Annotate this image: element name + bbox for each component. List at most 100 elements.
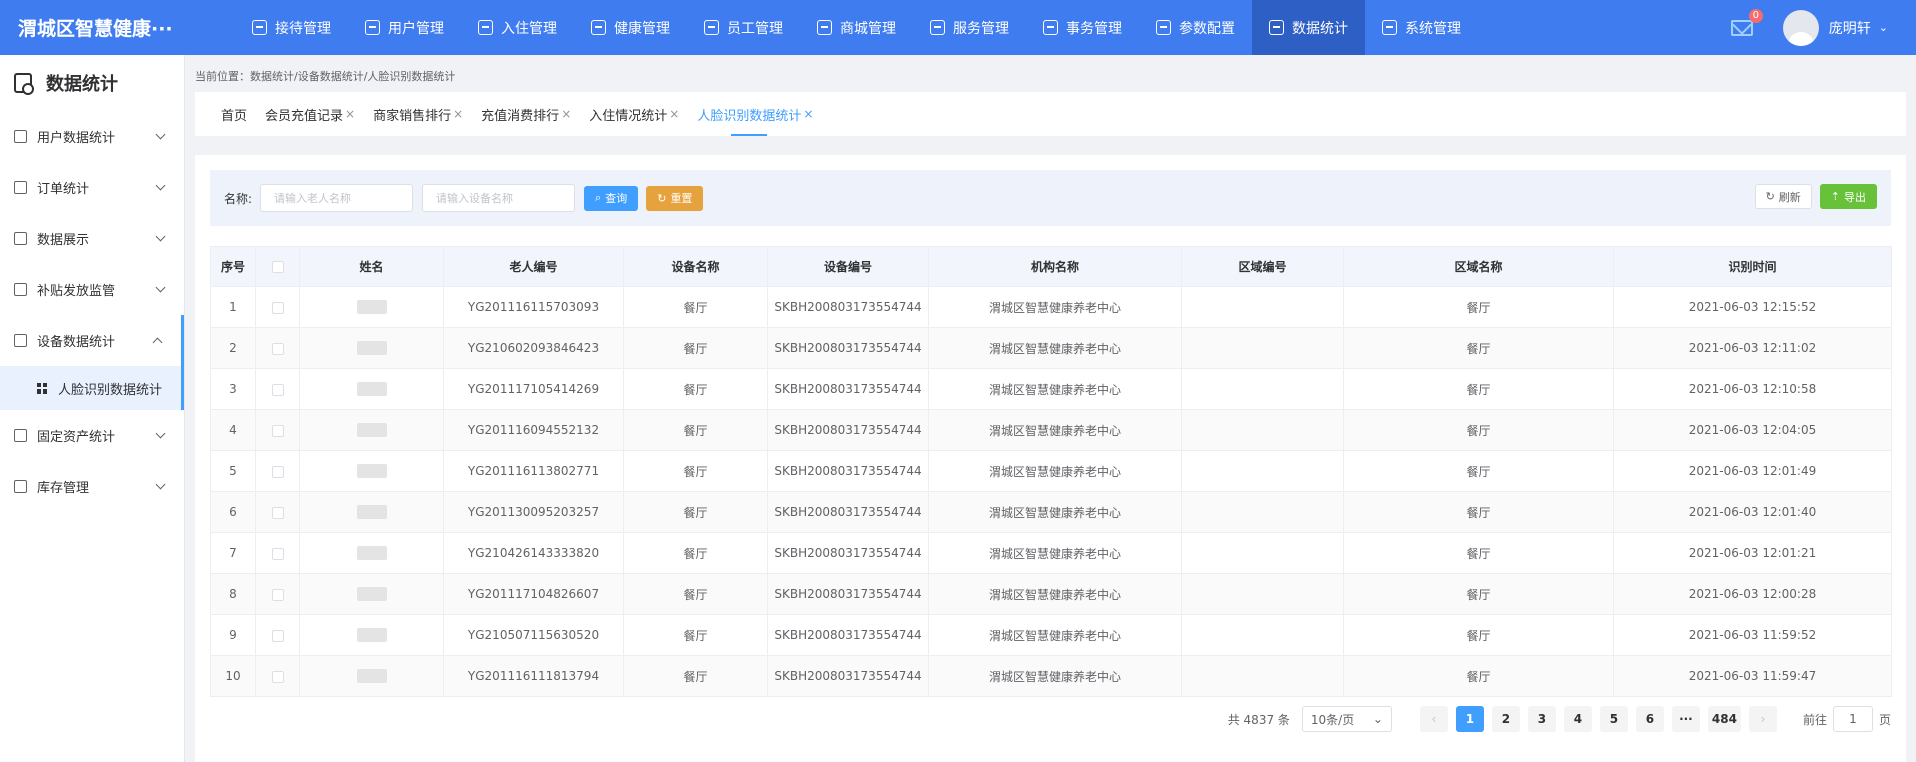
cell-device-no: SKBH200803173554744	[767, 450, 929, 492]
table-row[interactable]: 7 YG210426143333820 餐厅 SKBH200803173554744 渭…	[210, 532, 1892, 574]
goto-page-input[interactable]: 1	[1832, 706, 1873, 732]
reset-button[interactable]: ↻ 重置	[646, 185, 704, 211]
cell-select	[255, 450, 300, 492]
search-icon: ⌕	[595, 191, 602, 204]
table-row[interactable]: 3 YG201117105414269 餐厅 SKBH200803173554744 渭…	[210, 368, 1892, 410]
table-row[interactable]: 8 YG201117104826607 餐厅 SKBH200803173554744 渭…	[210, 573, 1892, 615]
cell-name	[299, 327, 444, 369]
select-all-checkbox[interactable]	[271, 261, 284, 273]
goto-page: 前往 1 页	[1803, 706, 1891, 732]
topnav-item[interactable]: 事务管理	[1026, 0, 1139, 55]
sidebar-item-device-stats[interactable]: 设备数据统计	[0, 315, 184, 366]
cell-area-name: 餐厅	[1343, 491, 1614, 533]
row-checkbox[interactable]	[271, 547, 284, 560]
table-row[interactable]: 4 YG201116094552132 餐厅 SKBH200803173554744 渭…	[210, 409, 1892, 451]
row-checkbox[interactable]	[271, 629, 284, 642]
cell-no: 7	[210, 532, 256, 574]
row-checkbox[interactable]	[271, 342, 284, 355]
content-card: 名称: ⌕ 查询 ↻ 重置 ↻ 刷新 ⇡ 导出 序号	[195, 155, 1906, 762]
avatar[interactable]	[1782, 9, 1819, 46]
reception-icon	[252, 20, 267, 35]
more-pages-button[interactable]: ···	[1671, 706, 1700, 732]
sidebar-item-order-stats[interactable]: 订单统计	[0, 162, 184, 213]
row-checkbox[interactable]	[271, 588, 284, 601]
row-checkbox[interactable]	[271, 465, 284, 478]
sidebar-item-user-stats[interactable]: 用户数据统计	[0, 111, 184, 162]
device-name-input[interactable]	[422, 184, 576, 212]
topnav-item[interactable]: 接待管理	[235, 0, 348, 55]
mail-icon[interactable]: 0	[1730, 8, 1763, 36]
topnav-item[interactable]: 员工管理	[687, 0, 800, 55]
page-button[interactable]: 484	[1707, 706, 1741, 732]
table-row[interactable]: 1 YG201116115703093 餐厅 SKBH200803173554744 渭…	[210, 286, 1892, 328]
sidebar-item-label: 数据展示	[37, 233, 90, 248]
sidebar-item-face-recognition[interactable]: 人脸识别数据统计	[0, 366, 184, 410]
row-checkbox[interactable]	[271, 506, 284, 519]
close-icon[interactable]: ×	[561, 107, 571, 121]
cell-name	[299, 286, 444, 328]
refresh-button[interactable]: ↻ 刷新	[1754, 184, 1812, 209]
line-chart-icon	[14, 130, 27, 143]
tab-home[interactable]: 首页	[221, 92, 247, 136]
sidebar-title: 数据统计	[0, 55, 184, 111]
close-icon[interactable]: ×	[345, 107, 355, 121]
sidebar-item-label: 库存管理	[37, 481, 90, 496]
cell-no: 10	[210, 655, 256, 697]
table-row[interactable]: 6 YG201130095203257 餐厅 SKBH200803173554744 渭…	[210, 491, 1892, 533]
topnav-item[interactable]: 数据统计	[1252, 0, 1365, 55]
cell-device-no: SKBH200803173554744	[767, 491, 929, 533]
sidebar-item-data-display[interactable]: 数据展示	[0, 213, 184, 264]
table-row[interactable]: 10 YG201116111813794 餐厅 SKBH200803173554744…	[210, 655, 1892, 697]
bar-chart-icon	[14, 181, 27, 194]
chevron-down-icon	[155, 129, 166, 140]
row-checkbox[interactable]	[271, 301, 284, 314]
topnav-item[interactable]: 服务管理	[913, 0, 1026, 55]
sidebar-item-assets[interactable]: 固定资产统计	[0, 410, 184, 461]
elder-name-input[interactable]	[260, 184, 414, 212]
topnav-item[interactable]: 商城管理	[800, 0, 913, 55]
topnav-item[interactable]: 用户管理	[348, 0, 461, 55]
row-checkbox[interactable]	[271, 424, 284, 437]
close-icon[interactable]: ×	[803, 107, 813, 121]
tab-face-recognition[interactable]: 人脸识别数据统计 ×	[697, 92, 813, 136]
tab-merchant-sales[interactable]: 商家销售排行 ×	[373, 92, 463, 136]
close-icon[interactable]: ×	[453, 107, 463, 121]
next-page-button[interactable]: ›	[1748, 706, 1777, 732]
cell-select	[255, 491, 300, 533]
tab-label: 充值消费排行	[481, 108, 560, 124]
tab-checkin-stats[interactable]: 入住情况统计 ×	[589, 92, 679, 136]
table-row[interactable]: 2 YG210602093846423 餐厅 SKBH200803173554744 渭…	[210, 327, 1892, 369]
user-menu[interactable]: 庞明轩 ⌄	[1782, 9, 1888, 46]
search-button[interactable]: ⌕ 查询	[584, 185, 639, 211]
sidebar-item-subsidy[interactable]: 补贴发放监管	[0, 264, 184, 315]
tab-recharge-consumption[interactable]: 充值消费排行 ×	[481, 92, 571, 136]
close-icon[interactable]: ×	[669, 107, 679, 121]
topnav-item[interactable]: 入住管理	[461, 0, 574, 55]
page-button[interactable]: 4	[1563, 706, 1592, 732]
reset-button-label: 重置	[670, 192, 693, 205]
sidebar-item-inventory[interactable]: 库存管理	[0, 461, 184, 512]
page-button[interactable]: 6	[1635, 706, 1664, 732]
page-button[interactable]: 5	[1599, 706, 1628, 732]
cell-area-name: 餐厅	[1343, 655, 1614, 697]
prev-page-button[interactable]: ‹	[1419, 706, 1448, 732]
cell-area-no	[1181, 532, 1344, 574]
topnav-item[interactable]: 系统管理	[1365, 0, 1478, 55]
chevron-down-icon[interactable]: ⌄	[1879, 21, 1888, 34]
row-checkbox[interactable]	[271, 383, 284, 396]
topnav-item[interactable]: 健康管理	[574, 0, 687, 55]
page-button[interactable]: 1	[1455, 706, 1484, 732]
cell-time: 2021-06-03 12:04:05	[1613, 409, 1892, 451]
page-size-select[interactable]: 10条/页 ⌄	[1301, 706, 1392, 732]
row-checkbox[interactable]	[271, 670, 284, 683]
username[interactable]: 庞明轩	[1829, 18, 1871, 38]
table-row[interactable]: 5 YG201116113802771 餐厅 SKBH200803173554744 渭…	[210, 450, 1892, 492]
cell-time: 2021-06-03 11:59:52	[1613, 614, 1892, 656]
topnav-item[interactable]: 参数配置	[1139, 0, 1252, 55]
table-row[interactable]: 9 YG210507115630520 餐厅 SKBH200803173554744 渭…	[210, 614, 1892, 656]
page-button[interactable]: 3	[1527, 706, 1556, 732]
redacted-name	[356, 505, 387, 520]
tab-member-recharge[interactable]: 会员充值记录 ×	[265, 92, 355, 136]
export-button[interactable]: ⇡ 导出	[1819, 184, 1877, 209]
page-button[interactable]: 2	[1491, 706, 1520, 732]
